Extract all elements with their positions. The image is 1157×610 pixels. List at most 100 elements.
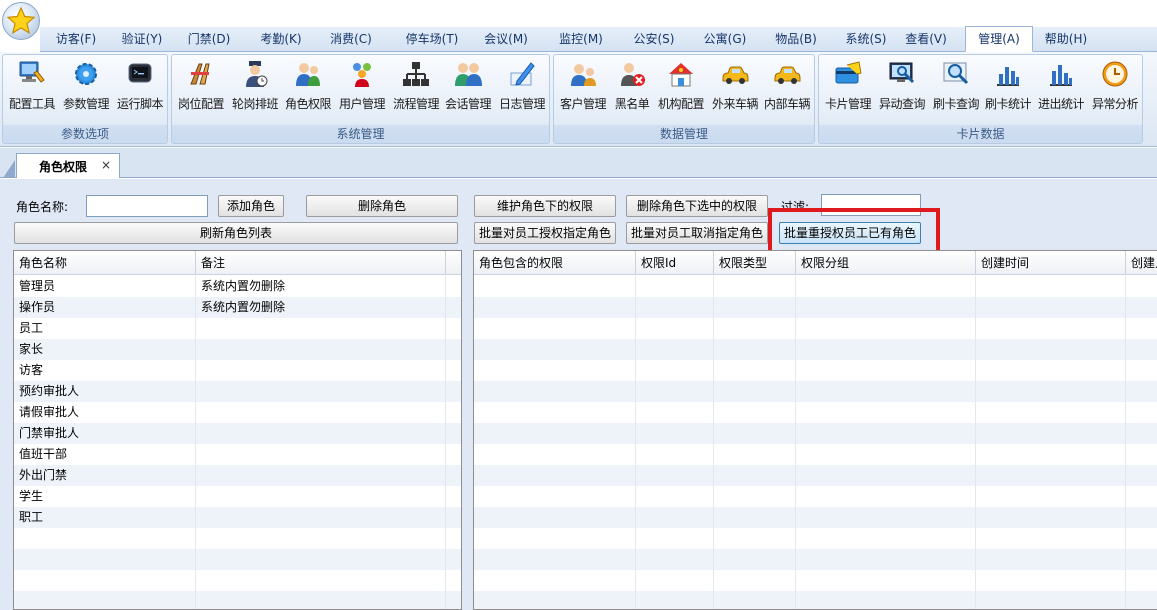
menu-tab-help[interactable]: 帮助(H) xyxy=(1035,27,1097,52)
table-row[interactable] xyxy=(474,381,1157,402)
table-row[interactable] xyxy=(474,486,1157,507)
delete-role-button[interactable]: 删除角色 xyxy=(306,195,458,217)
table-cell xyxy=(1126,465,1157,486)
permission-grid-header: 角色包含的权限 权限Id 权限类型 权限分组 创建时间 创建人 xyxy=(474,251,1157,275)
blacklist-button[interactable]: 黑名单 xyxy=(610,59,654,119)
table-row[interactable] xyxy=(474,570,1157,591)
close-icon[interactable]: × xyxy=(101,158,111,172)
table-row[interactable]: 学生 xyxy=(14,486,461,507)
menu-tab-consume[interactable]: 消费(C) xyxy=(320,27,382,52)
menu-tab-apartment[interactable]: 公寓(G) xyxy=(694,27,756,52)
table-row[interactable] xyxy=(474,276,1157,297)
maintain-role-permissions-button[interactable]: 维护角色下的权限 xyxy=(474,195,616,217)
menu-tab-items[interactable]: 物品(B) xyxy=(765,27,827,52)
session-management-button[interactable]: 会话管理 xyxy=(442,59,494,119)
table-row[interactable] xyxy=(474,423,1157,444)
refresh-role-list-button[interactable]: 刷新角色列表 xyxy=(14,222,458,244)
swipe-query-button[interactable]: 刷卡查询 xyxy=(930,59,982,119)
table-cell xyxy=(1126,423,1157,444)
table-cell xyxy=(196,444,446,465)
table-row[interactable] xyxy=(474,549,1157,570)
menu-tab-access[interactable]: 门禁(D) xyxy=(178,27,240,52)
table-row[interactable]: 家长 xyxy=(14,339,461,360)
config-tool-button[interactable]: 配置工具 xyxy=(6,59,58,119)
role-name-input[interactable] xyxy=(86,195,208,217)
menu-tab-meeting[interactable]: 会议(M) xyxy=(476,27,536,52)
table-row[interactable]: 请假审批人 xyxy=(14,402,461,423)
post-config-button[interactable]: 岗位配置 xyxy=(176,59,226,119)
delete-selected-permissions-button[interactable]: 删除角色下选中的权限 xyxy=(626,195,768,217)
tab-role-permission[interactable]: 角色权限 × xyxy=(16,153,120,178)
table-cell: 员工 xyxy=(14,318,196,339)
table-row[interactable] xyxy=(14,549,461,570)
guard-schedule-button[interactable]: 轮岗排班 xyxy=(230,59,280,119)
table-cell xyxy=(714,528,796,549)
change-query-button[interactable]: 异动查询 xyxy=(876,59,928,119)
perm-grid-header-permission[interactable]: 角色包含的权限 xyxy=(474,251,636,275)
batch-grant-role-button[interactable]: 批量对员工授权指定角色 xyxy=(474,222,616,244)
table-row[interactable] xyxy=(474,339,1157,360)
table-row[interactable]: 门禁审批人 xyxy=(14,423,461,444)
perm-grid-header-group[interactable]: 权限分组 xyxy=(796,251,976,275)
table-row[interactable] xyxy=(474,402,1157,423)
table-row[interactable]: 外出门禁 xyxy=(14,465,461,486)
perm-grid-header-created-time[interactable]: 创建时间 xyxy=(976,251,1126,275)
table-row[interactable] xyxy=(474,528,1157,549)
param-manage-button[interactable]: 参数管理 xyxy=(60,59,112,119)
application-orb-button[interactable] xyxy=(2,2,40,40)
organization-config-button[interactable]: 机构配置 xyxy=(654,59,708,119)
table-row[interactable]: 预约审批人 xyxy=(14,381,461,402)
table-row[interactable]: 员工 xyxy=(14,318,461,339)
table-row[interactable] xyxy=(14,570,461,591)
table-row[interactable] xyxy=(474,318,1157,339)
anomaly-analysis-button[interactable]: 异常分析 xyxy=(1089,59,1141,119)
swipe-stats-button[interactable]: 刷卡统计 xyxy=(982,59,1034,119)
role-users-icon xyxy=(296,63,320,86)
log-management-button[interactable]: 日志管理 xyxy=(496,59,548,119)
user-management-button[interactable]: 用户管理 xyxy=(336,59,388,119)
customer-management-button[interactable]: 客户管理 xyxy=(558,59,608,119)
role-grid-header-name[interactable]: 角色名称 xyxy=(14,251,196,275)
internal-vehicle-button[interactable]: 内部车辆 xyxy=(761,59,813,119)
role-permission-button[interactable]: 角色权限 xyxy=(282,59,334,119)
batch-revoke-role-button[interactable]: 批量对员工取消指定角色 xyxy=(626,222,768,244)
run-script-button[interactable]: 运行脚本 xyxy=(114,59,166,119)
inout-stats-button[interactable]: 进出统计 xyxy=(1035,59,1087,119)
table-cell xyxy=(1126,549,1157,570)
table-row[interactable] xyxy=(474,465,1157,486)
table-row[interactable] xyxy=(14,591,461,609)
table-row[interactable] xyxy=(474,507,1157,528)
table-row[interactable]: 职工 xyxy=(14,507,461,528)
menu-tab-monitor[interactable]: 监控(M) xyxy=(550,27,612,52)
table-row[interactable] xyxy=(474,297,1157,318)
process-management-button[interactable]: 流程管理 xyxy=(390,59,442,119)
perm-grid-header-type[interactable]: 权限类型 xyxy=(714,251,796,275)
menu-tab-manage[interactable]: 管理(A) xyxy=(965,26,1033,52)
menu-tab-visitor[interactable]: 访客(F) xyxy=(46,27,106,52)
external-vehicle-button[interactable]: 外来车辆 xyxy=(709,59,761,119)
table-row[interactable] xyxy=(14,528,461,549)
role-grid-header-remark[interactable]: 备注 xyxy=(196,251,446,275)
add-role-button[interactable]: 添加角色 xyxy=(218,195,284,217)
menu-tab-verify[interactable]: 验证(Y) xyxy=(112,27,172,52)
table-row[interactable] xyxy=(474,444,1157,465)
perm-grid-header-id[interactable]: 权限Id xyxy=(636,251,714,275)
table-row[interactable]: 值班干部 xyxy=(14,444,461,465)
table-row[interactable] xyxy=(474,591,1157,609)
card-management-button[interactable]: 卡片管理 xyxy=(822,59,874,119)
perm-grid-header-creator[interactable]: 创建人 xyxy=(1126,251,1157,275)
table-cell xyxy=(196,549,446,570)
table-row[interactable]: 管理员 系统内置勿删除 xyxy=(14,276,461,297)
menu-tab-attendance[interactable]: 考勤(K) xyxy=(251,27,311,52)
table-cell xyxy=(14,549,196,570)
table-row[interactable]: 访客 xyxy=(14,360,461,381)
table-cell xyxy=(636,360,714,381)
menu-tab-police[interactable]: 公安(S) xyxy=(624,27,684,52)
table-row[interactable]: 操作员 系统内置勿删除 xyxy=(14,297,461,318)
log-pencil-icon xyxy=(510,62,535,86)
menu-tab-parking[interactable]: 停车场(T) xyxy=(395,27,469,52)
menu-tab-system[interactable]: 系统(S) xyxy=(835,27,897,52)
menu-tab-view[interactable]: 查看(V) xyxy=(895,27,957,52)
table-cell xyxy=(976,591,1126,609)
table-row[interactable] xyxy=(474,360,1157,381)
